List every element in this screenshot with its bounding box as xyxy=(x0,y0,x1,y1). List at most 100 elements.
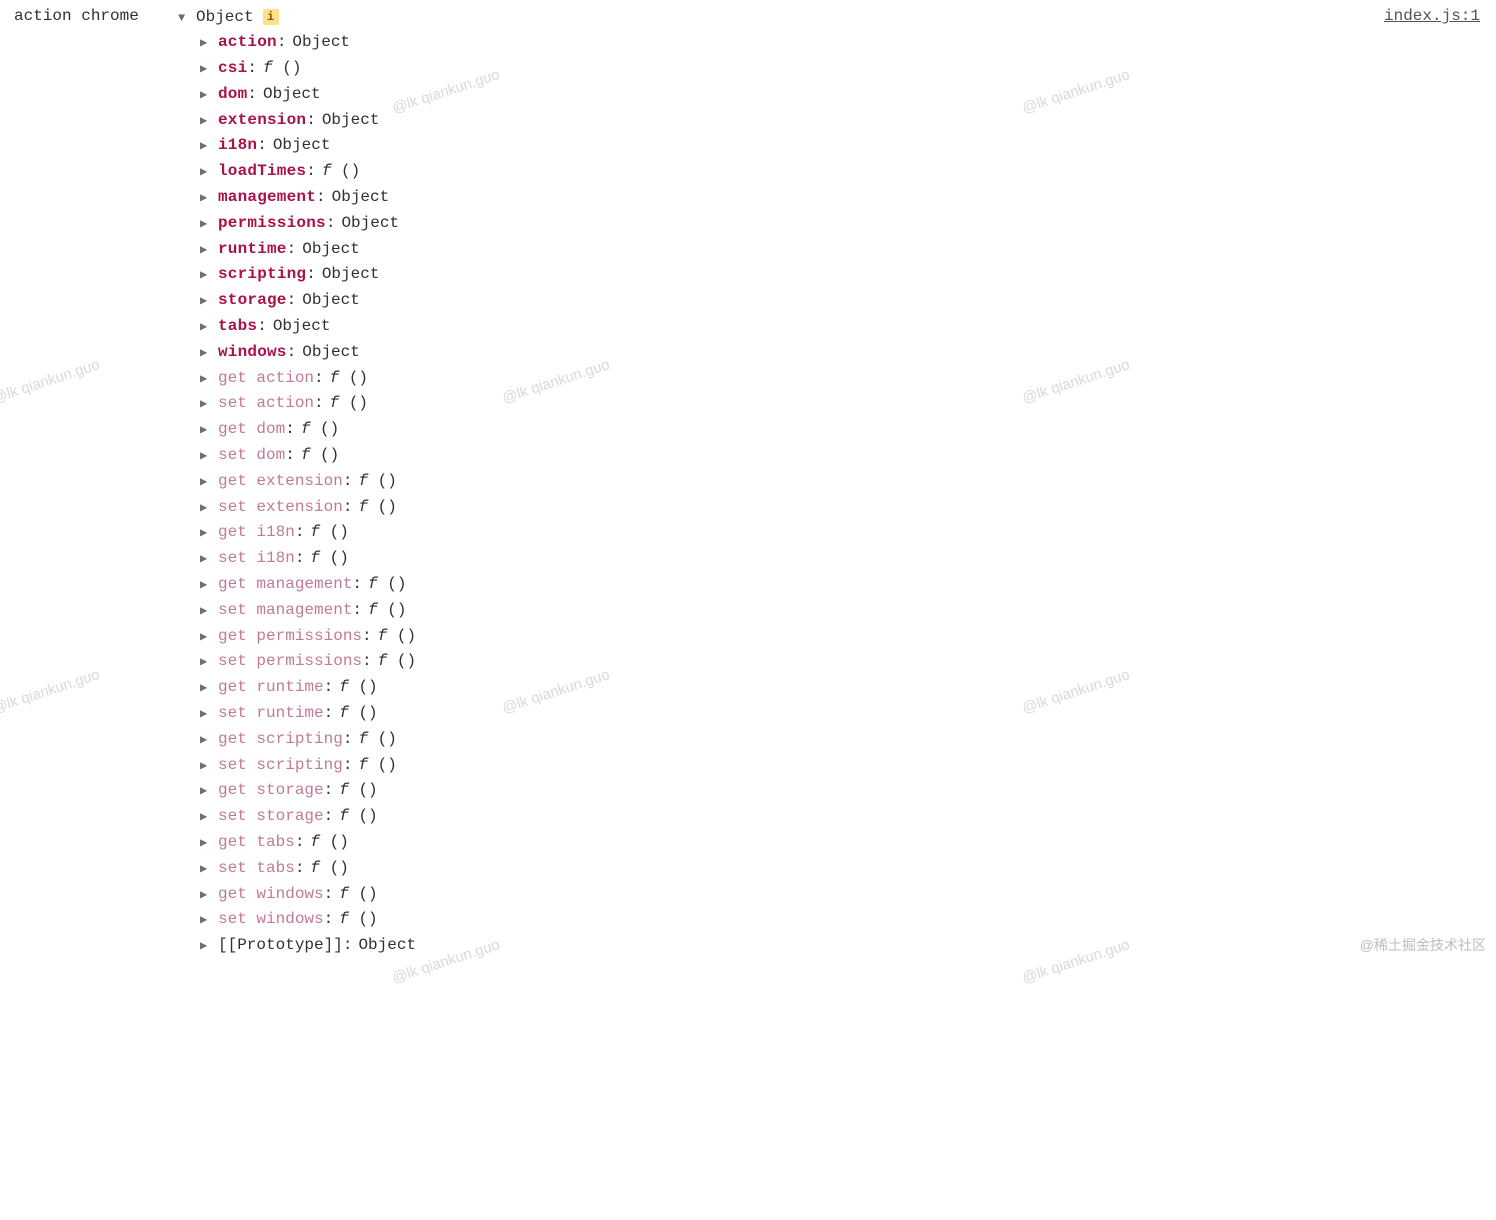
property-key: runtime xyxy=(218,237,287,262)
chevron-right-icon[interactable]: ▶ xyxy=(200,395,212,414)
chevron-right-icon[interactable]: ▶ xyxy=(200,886,212,905)
colon-separator: : xyxy=(343,753,353,778)
property-value: f () xyxy=(378,624,416,649)
property-row[interactable]: ▶action:Object xyxy=(200,30,1488,56)
property-row[interactable]: ▶set i18n:f () xyxy=(200,546,1488,572)
property-row[interactable]: ▶set action:f () xyxy=(200,391,1488,417)
colon-separator: : xyxy=(285,417,295,442)
property-row[interactable]: ▶get windows:f () xyxy=(200,881,1488,907)
chevron-right-icon[interactable]: ▶ xyxy=(200,782,212,801)
chevron-right-icon[interactable]: ▶ xyxy=(200,189,212,208)
property-value: f () xyxy=(301,443,339,468)
chevron-right-icon[interactable]: ▶ xyxy=(200,163,212,182)
property-key: get management xyxy=(218,572,352,597)
colon-separator: : xyxy=(324,675,334,700)
root-object-label: Object xyxy=(196,5,254,30)
property-row[interactable]: ▶[[Prototype]]:Object xyxy=(200,933,1488,959)
property-row[interactable]: ▶set scripting:f () xyxy=(200,752,1488,778)
chevron-right-icon[interactable]: ▶ xyxy=(200,241,212,260)
chevron-right-icon[interactable]: ▶ xyxy=(200,266,212,285)
property-row[interactable]: ▶loadTimes:f () xyxy=(200,159,1488,185)
property-value: Object xyxy=(302,237,360,262)
root-object-row[interactable]: ▼ Object i xyxy=(178,4,1488,30)
chevron-right-icon[interactable]: ▶ xyxy=(200,112,212,131)
chevron-right-icon[interactable]: ▶ xyxy=(200,731,212,750)
property-row[interactable]: ▶scripting:Object xyxy=(200,262,1488,288)
chevron-right-icon[interactable]: ▶ xyxy=(200,292,212,311)
chevron-right-icon[interactable]: ▶ xyxy=(200,370,212,389)
chevron-right-icon[interactable]: ▶ xyxy=(200,447,212,466)
property-row[interactable]: ▶runtime:Object xyxy=(200,236,1488,262)
property-row[interactable]: ▶tabs:Object xyxy=(200,314,1488,340)
property-row[interactable]: ▶permissions:Object xyxy=(200,210,1488,236)
property-row[interactable]: ▶storage:Object xyxy=(200,288,1488,314)
chevron-right-icon[interactable]: ▶ xyxy=(200,34,212,53)
chevron-right-icon[interactable]: ▶ xyxy=(200,653,212,672)
property-row[interactable]: ▶csi:f () xyxy=(200,56,1488,82)
chevron-right-icon[interactable]: ▶ xyxy=(200,499,212,518)
property-row[interactable]: ▶dom:Object xyxy=(200,81,1488,107)
property-value: f () xyxy=(368,572,406,597)
property-row[interactable]: ▶get extension:f () xyxy=(200,468,1488,494)
property-row[interactable]: ▶set management:f () xyxy=(200,597,1488,623)
info-icon[interactable]: i xyxy=(263,9,279,25)
chevron-right-icon[interactable]: ▶ xyxy=(200,808,212,827)
chevron-right-icon[interactable]: ▶ xyxy=(200,576,212,595)
property-row[interactable]: ▶get management:f () xyxy=(200,572,1488,598)
property-key: storage xyxy=(218,288,287,313)
property-row[interactable]: ▶get permissions:f () xyxy=(200,623,1488,649)
chevron-right-icon[interactable]: ▶ xyxy=(200,318,212,337)
chevron-right-icon[interactable]: ▶ xyxy=(200,344,212,363)
property-key: set i18n xyxy=(218,546,295,571)
colon-separator: : xyxy=(285,443,295,468)
colon-separator: : xyxy=(247,82,257,107)
community-watermark: @稀土掘金技术社区 xyxy=(1360,935,1486,957)
property-row[interactable]: ▶extension:Object xyxy=(200,107,1488,133)
property-row[interactable]: ▶set storage:f () xyxy=(200,804,1488,830)
chevron-right-icon[interactable]: ▶ xyxy=(200,86,212,105)
chevron-right-icon[interactable]: ▶ xyxy=(200,421,212,440)
chevron-right-icon[interactable]: ▶ xyxy=(200,705,212,724)
property-row[interactable]: ▶get runtime:f () xyxy=(200,675,1488,701)
property-value: Object xyxy=(322,108,380,133)
chevron-right-icon[interactable]: ▶ xyxy=(200,550,212,569)
chevron-right-icon[interactable]: ▶ xyxy=(200,834,212,853)
property-row[interactable]: ▶i18n:Object xyxy=(200,133,1488,159)
property-row[interactable]: ▶set dom:f () xyxy=(200,443,1488,469)
colon-separator: : xyxy=(326,211,336,236)
property-value: Object xyxy=(292,30,350,55)
chevron-right-icon[interactable]: ▶ xyxy=(200,524,212,543)
chevron-right-icon[interactable]: ▶ xyxy=(200,137,212,156)
chevron-right-icon[interactable]: ▶ xyxy=(200,628,212,647)
property-row[interactable]: ▶set permissions:f () xyxy=(200,649,1488,675)
property-row[interactable]: ▶set extension:f () xyxy=(200,494,1488,520)
chevron-right-icon[interactable]: ▶ xyxy=(200,473,212,492)
property-value: f () xyxy=(339,882,377,907)
chevron-down-icon[interactable]: ▼ xyxy=(178,9,190,28)
property-row[interactable]: ▶get dom:f () xyxy=(200,417,1488,443)
log-prefix-text: action chrome xyxy=(14,4,139,29)
chevron-right-icon[interactable]: ▶ xyxy=(200,602,212,621)
chevron-right-icon[interactable]: ▶ xyxy=(200,757,212,776)
chevron-right-icon[interactable]: ▶ xyxy=(200,679,212,698)
property-row[interactable]: ▶get storage:f () xyxy=(200,778,1488,804)
property-row[interactable]: ▶get scripting:f () xyxy=(200,726,1488,752)
property-row[interactable]: ▶set tabs:f () xyxy=(200,855,1488,881)
chevron-right-icon[interactable]: ▶ xyxy=(200,911,212,930)
chevron-right-icon[interactable]: ▶ xyxy=(200,860,212,879)
source-link[interactable]: index.js:1 xyxy=(1384,4,1480,29)
chevron-right-icon[interactable]: ▶ xyxy=(200,937,212,956)
property-row[interactable]: ▶windows:Object xyxy=(200,339,1488,365)
property-value: f () xyxy=(378,649,416,674)
property-row[interactable]: ▶get action:f () xyxy=(200,365,1488,391)
property-row[interactable]: ▶get tabs:f () xyxy=(200,830,1488,856)
property-row[interactable]: ▶management:Object xyxy=(200,185,1488,211)
chevron-right-icon[interactable]: ▶ xyxy=(200,60,212,79)
property-row[interactable]: ▶set windows:f () xyxy=(200,907,1488,933)
property-value: f () xyxy=(330,366,368,391)
property-row[interactable]: ▶get i18n:f () xyxy=(200,520,1488,546)
property-value: f () xyxy=(339,804,377,829)
property-key: get extension xyxy=(218,469,343,494)
chevron-right-icon[interactable]: ▶ xyxy=(200,215,212,234)
property-row[interactable]: ▶set runtime:f () xyxy=(200,701,1488,727)
